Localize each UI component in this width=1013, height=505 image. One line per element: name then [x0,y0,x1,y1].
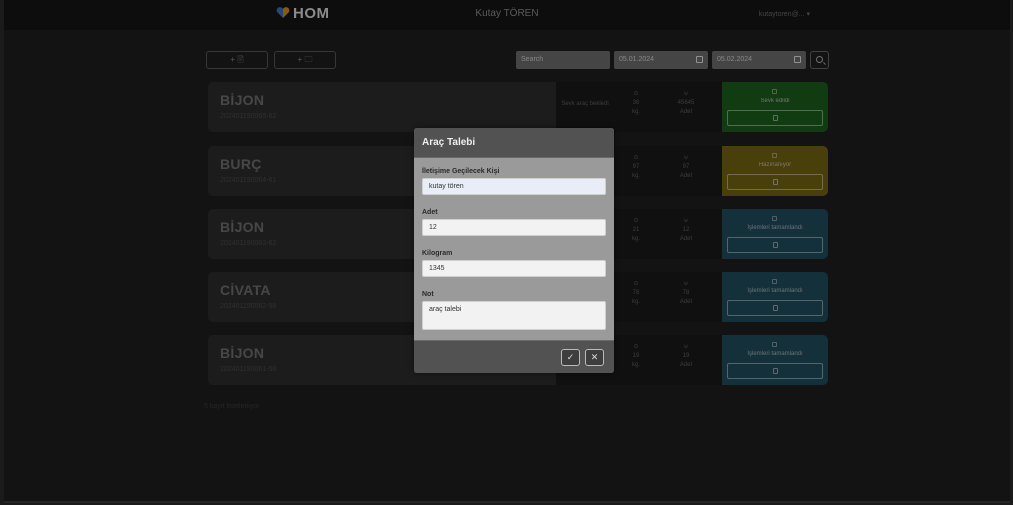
weight-field[interactable] [422,260,606,277]
modal-header: Araç Talebi [414,128,614,158]
note-field[interactable]: araç talebi [422,301,606,330]
contact-field[interactable] [422,178,606,195]
note-label: Not [422,291,434,298]
quantity-label: Adet [422,209,438,216]
close-icon: ✕ [590,352,599,362]
modal-title: Araç Talebi [422,137,476,148]
confirm-button[interactable]: ✓ [561,349,580,366]
cancel-button[interactable]: ✕ [585,349,604,366]
modal-footer: ✓ ✕ [414,340,614,373]
weight-label: Kilogram [422,250,453,257]
quantity-field[interactable] [422,219,606,236]
vehicle-request-modal: Araç Talebi İletişime Geçilecek Kişi Ade… [414,128,614,373]
contact-label: İletişime Geçilecek Kişi [422,168,500,175]
check-icon: ✓ [566,352,575,362]
